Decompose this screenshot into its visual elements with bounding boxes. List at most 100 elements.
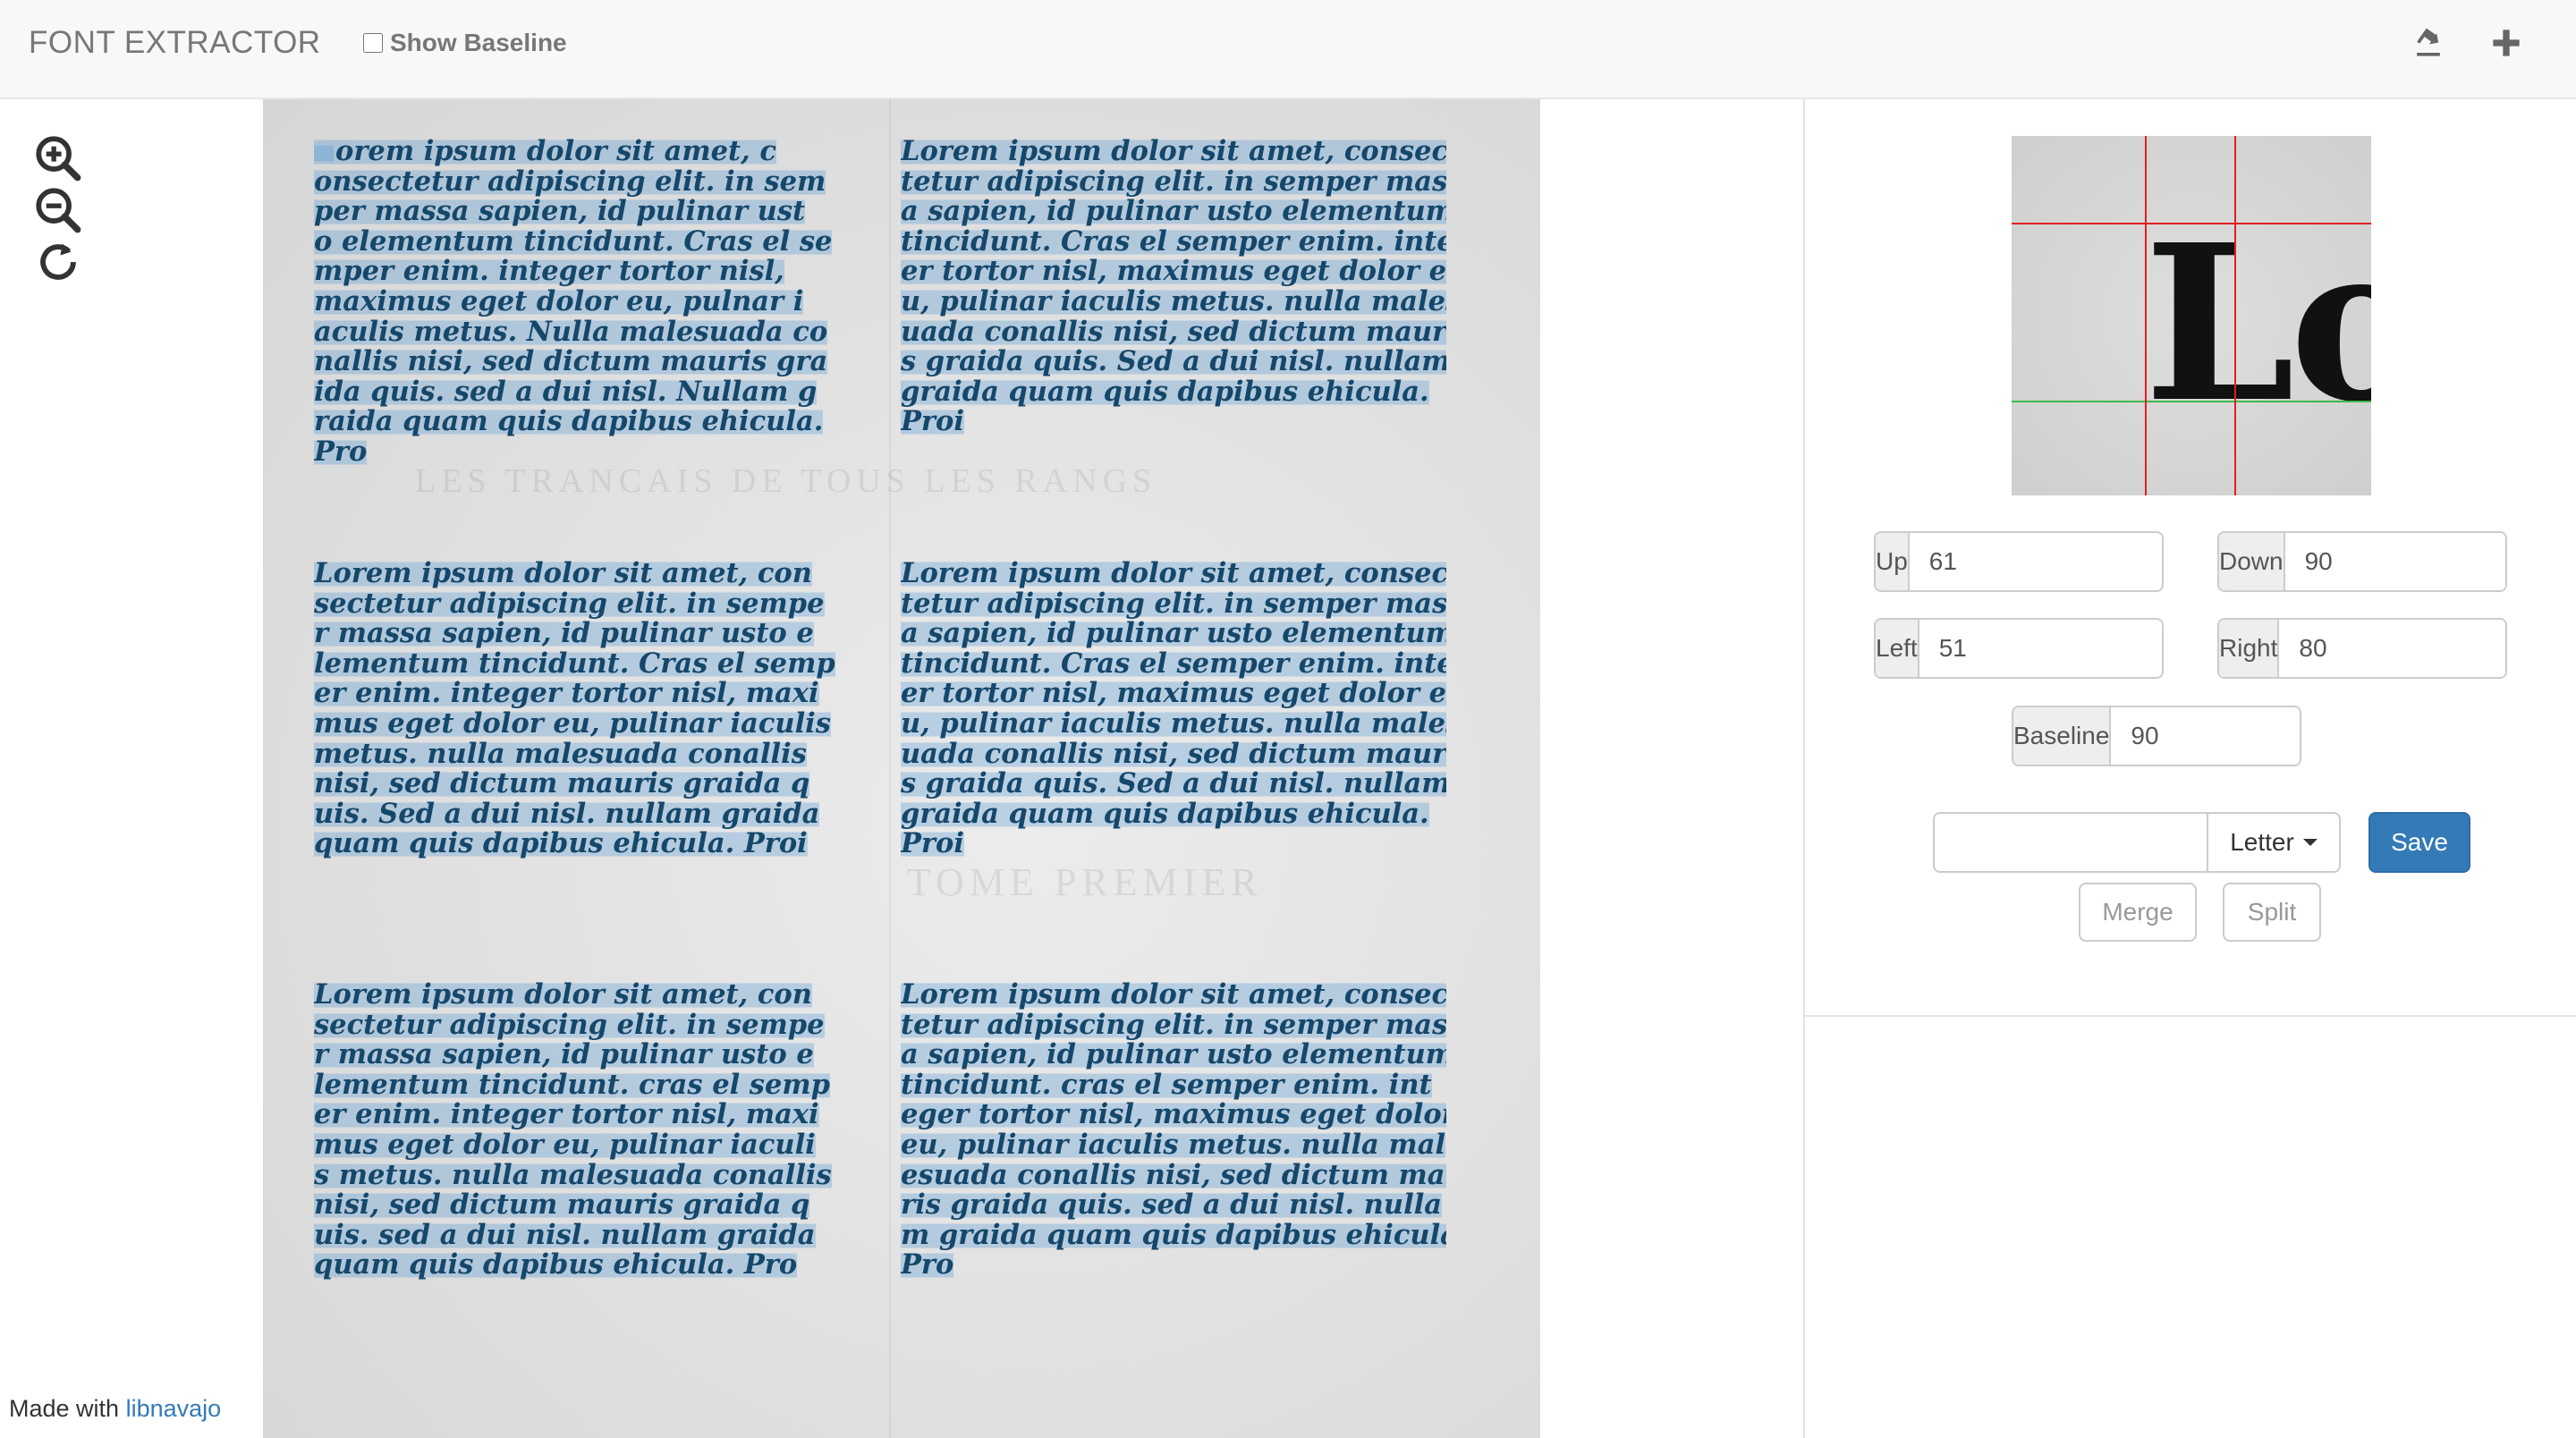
- split-button[interactable]: Split: [2223, 883, 2321, 942]
- page-fold: [889, 99, 891, 1438]
- left-input[interactable]: [1919, 620, 2162, 677]
- text-line: nisi, sed dictum mauris graida q: [314, 1188, 810, 1222]
- baseline-guide-line: [2012, 401, 2371, 402]
- text-column: Lorem ipsum dolor sit amet, consectetur …: [901, 137, 1446, 437]
- text-line: per massa sapien, id pulinar ust: [314, 195, 806, 228]
- text-line: eger tortor nisl, maximus eget dolor: [901, 1098, 1446, 1131]
- text-line: sectetur adipiscing elit. in sempe: [314, 587, 825, 620]
- text-line: a sapien, id pulinar usto elementum: [901, 617, 1446, 650]
- text-column: Lorem ipsum dolor sit amet, consectetur …: [314, 559, 860, 859]
- merge-button[interactable]: Merge: [2079, 883, 2197, 942]
- text-line: Proi: [901, 405, 964, 437]
- plus-icon[interactable]: [2487, 23, 2526, 63]
- text-line: orem ipsum dolor sit amet, c: [314, 137, 860, 167]
- text-line: s graida quis. Sed a dui nisl. nullam: [901, 767, 1446, 800]
- text-line: aculis metus. Nulla malesuada co: [314, 315, 828, 348]
- right-guide-line: [2234, 136, 2236, 495]
- text-line: eu, pulinar iaculis metus. nulla mal: [901, 1128, 1446, 1161]
- footer-credit: Made with libnavajo: [9, 1395, 221, 1423]
- text-line: uada conallis nisi, sed dictum mauri: [901, 737, 1446, 770]
- left-guide-line: [2145, 136, 2147, 495]
- text-line: nallis nisi, sed dictum mauris gra: [314, 345, 828, 378]
- text-line: r massa sapien, id pulinar usto e: [314, 1038, 814, 1071]
- text-line: tincidunt. Cras el semper enim. integ: [901, 224, 1446, 258]
- text-line: lementum tincidunt. Cras el semp: [314, 647, 835, 680]
- glyph-type-dropdown[interactable]: Letter: [2207, 812, 2341, 873]
- text-line: mus eget dolor eu, pulinar iaculis: [314, 706, 831, 740]
- down-field: Down: [2217, 531, 2507, 592]
- text-line: er enim. integer tortor nisl, maxi: [314, 1098, 819, 1131]
- text-line: metus. nulla malesuada conallis: [314, 737, 807, 770]
- text-line: Lorem ipsum dolor sit amet, con: [314, 559, 812, 589]
- left-field: Left: [1874, 618, 2164, 679]
- text-line: Proi: [901, 827, 964, 859]
- text-line: raida quam quis dapibus ehicula.: [314, 405, 824, 438]
- text-column: orem ipsum dolor sit amet, c onsectetur a…: [314, 137, 860, 468]
- save-button[interactable]: Save: [2368, 812, 2470, 873]
- text-line: uis. Sed a dui nisl. nullam graida: [314, 797, 820, 830]
- text-line: tincidunt. Cras el semper enim. integ: [901, 647, 1446, 680]
- export-icon[interactable]: [2409, 23, 2448, 63]
- up-field: Up: [1874, 531, 2164, 592]
- baseline-field: Baseline: [2012, 706, 2301, 766]
- text-line: esuada conallis nisi, sed dictum mau: [901, 1158, 1446, 1191]
- show-baseline-toggle[interactable]: Show Baseline: [363, 29, 567, 57]
- text-line: r massa sapien, id pulinar usto e: [314, 617, 814, 650]
- text-line: onsectetur adipiscing elit. in sem: [314, 165, 826, 198]
- document-canvas[interactable]: LES TRANCAIS DE TOUS LES RANGS TOME PREM…: [263, 99, 1540, 1438]
- text-column: Lorem ipsum dolor sit amet, consectetur …: [314, 980, 860, 1281]
- down-label: Down: [2219, 533, 2285, 590]
- text-line: mus eget dolor eu, pulinar iaculi: [314, 1128, 816, 1161]
- text-line: lementum tincidunt. cras el semp: [314, 1068, 830, 1101]
- glyph-char-input[interactable]: [1933, 812, 2208, 873]
- top-guide-line: [2012, 223, 2371, 224]
- text-line: m graida quam quis dapibus ehicula.: [901, 1218, 1446, 1251]
- text-column: Lorem ipsum dolor sit amet, consectetur …: [901, 980, 1446, 1281]
- text-line: graida quam quis dapibus ehicula.: [901, 797, 1429, 830]
- text-line: uada conallis nisi, sed dictum mauri: [901, 315, 1446, 348]
- footer-prefix: Made with: [9, 1395, 120, 1422]
- zoom-in-icon[interactable]: [32, 132, 84, 184]
- text-line: nisi, sed dictum mauris graida q: [314, 767, 810, 800]
- right-input[interactable]: [2279, 620, 2505, 677]
- text-line: maximus eget dolor eu, pulnar i: [314, 284, 804, 317]
- text-line: tetur adipiscing elit. in semper mass: [901, 587, 1446, 620]
- glyph-type-label: Letter: [2230, 828, 2294, 856]
- text-line: tetur adipiscing elit. in semper mass: [901, 1008, 1446, 1041]
- text-line: a sapien, id pulinar usto elementum: [901, 195, 1446, 228]
- text-line: Pro: [314, 435, 368, 468]
- bleed-through-text: TOME PREMIER: [907, 860, 1263, 904]
- navbar: FONT EXTRACTOR Show Baseline: [0, 0, 2576, 99]
- right-label: Right: [2219, 620, 2280, 677]
- text-line: tetur adipiscing elit. in semper mass: [901, 165, 1446, 198]
- text-line: ris graida quis. sed a dui nisl. nulla: [901, 1188, 1443, 1222]
- refresh-icon[interactable]: [32, 236, 84, 288]
- glyph-editor-panel: Lore Up Down Left Right Baseline Letter …: [1803, 99, 2576, 1438]
- text-line: a sapien, id pulinar usto elementum: [901, 1038, 1446, 1071]
- text-line: Lorem ipsum dolor sit amet, con: [314, 980, 812, 1011]
- selected-glyph-box[interactable]: [314, 142, 334, 164]
- libnavajo-link[interactable]: libnavajo: [126, 1395, 222, 1422]
- text-line: sectetur adipiscing elit. in sempe: [314, 1008, 825, 1041]
- baseline-label: Baseline: [2013, 707, 2112, 765]
- glyph-preview: Lore: [2012, 136, 2371, 495]
- app-title[interactable]: FONT EXTRACTOR: [29, 25, 321, 61]
- text-column: Lorem ipsum dolor sit amet, consectetur …: [901, 559, 1446, 859]
- text-line: uis. sed a dui nisl. nullam graida: [314, 1218, 816, 1251]
- text-line: Pro: [901, 1248, 954, 1281]
- preview-glyphs: Lore: [2144, 198, 2371, 450]
- text-line: s graida quis. Sed a dui nisl. nullam: [901, 345, 1446, 378]
- text-line: o elementum tincidunt. Cras el se: [314, 224, 833, 258]
- up-label: Up: [1876, 533, 1910, 590]
- text-line: mper enim. integer tortor nisl,: [314, 255, 784, 288]
- zoom-out-icon[interactable]: [32, 184, 84, 236]
- up-input[interactable]: [1909, 533, 2162, 590]
- left-label: Left: [1876, 620, 1919, 677]
- show-baseline-checkbox[interactable]: [363, 33, 383, 53]
- text-line: Lorem ipsum dolor sit amet, consec: [901, 137, 1446, 167]
- text-line: s metus. nulla malesuada conallis: [314, 1158, 832, 1191]
- text-line: Lorem ipsum dolor sit amet, consec: [901, 559, 1446, 589]
- baseline-input[interactable]: [2111, 707, 2300, 765]
- down-input[interactable]: [2284, 533, 2505, 590]
- text-line: u, pulinar iaculis metus. nulla males: [901, 284, 1446, 317]
